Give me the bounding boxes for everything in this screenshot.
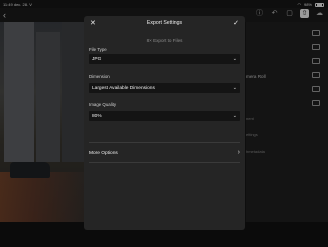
- image-quality-label: Image Quality: [89, 102, 117, 107]
- file-type-value: JPG: [92, 56, 102, 62]
- dimension-value: Largest Available Dimensions: [92, 85, 155, 91]
- more-options-row[interactable]: More Options ›: [84, 149, 245, 159]
- divider: [89, 142, 240, 143]
- more-options-label: More Options: [89, 151, 118, 156]
- dialog-title: Export Settings: [146, 20, 183, 26]
- dimension-select[interactable]: Largest Available Dimensions ⌄: [89, 83, 240, 93]
- dimension-label: Dimension: [89, 74, 110, 79]
- dialog-header: ✕ Export Settings ✓: [84, 16, 245, 32]
- image-quality-select[interactable]: 80% ⌄: [89, 111, 240, 121]
- file-type-select[interactable]: JPG ⌄: [89, 54, 240, 64]
- divider: [89, 162, 240, 163]
- export-destination: 8× Export to Files: [146, 38, 183, 43]
- confirm-check-icon[interactable]: ✓: [233, 19, 239, 28]
- chevron-down-icon: ⌄: [232, 112, 237, 119]
- chevron-down-icon: ⌄: [232, 55, 237, 62]
- export-settings-dialog: ✕ Export Settings ✓ 8× Export to Files F…: [84, 16, 245, 230]
- chevron-down-icon: ⌄: [232, 84, 237, 91]
- image-quality-value: 80%: [92, 113, 102, 119]
- chevron-right-icon: ›: [237, 149, 240, 156]
- file-type-label: File Type: [89, 47, 107, 52]
